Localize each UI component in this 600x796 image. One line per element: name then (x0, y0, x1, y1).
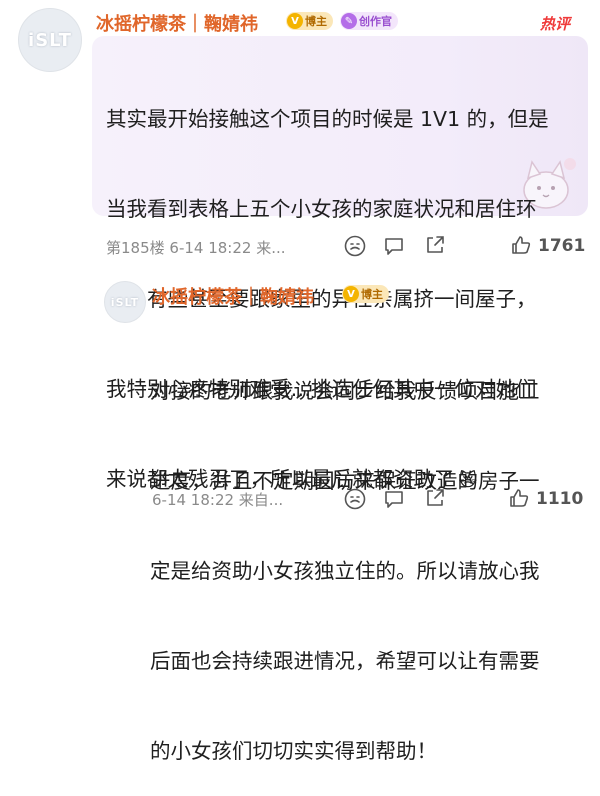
comment-icon[interactable] (383, 235, 405, 257)
username[interactable]: 冰摇柠檬茶｜鞠婧祎 (96, 10, 258, 36)
comment-icon[interactable] (383, 488, 405, 510)
comment-line: 其实最开始接触这个项目的时候是 1V1 的，但是 (106, 107, 549, 131)
avatar[interactable]: iSLT (104, 281, 146, 323)
creator-badge-icon: ✎ (341, 13, 357, 29)
comment-meta: 第185楼 6-14 18:22 来... (106, 239, 286, 257)
comment-meta: 6-14 18:22 来自... (152, 491, 284, 509)
comment-line: 的小女孩们切切实实得到帮助！ (150, 739, 437, 763)
like-count: 1110 (536, 489, 584, 509)
comment-body: 对接的老师跟我说会同步给我反馈项目施工 进度，并且不定期回访来保证改造的房子一 … (150, 316, 590, 796)
comment-line: 后面也会持续跟进情况，希望可以让有需要 (150, 649, 540, 673)
blogger-badge-icon: V (287, 13, 303, 29)
share-icon[interactable] (424, 234, 446, 256)
like-count: 1761 (538, 236, 586, 256)
emoji-icon[interactable] (344, 488, 366, 510)
like-icon[interactable] (508, 487, 530, 509)
blogger-badge: V 博主 (342, 285, 389, 303)
blogger-badge: V 博主 (286, 12, 333, 30)
avatar[interactable]: iSLT (18, 8, 82, 72)
emoji-icon[interactable] (344, 235, 366, 257)
username[interactable]: 冰摇柠檬茶｜鞠婧祎 (152, 283, 314, 309)
creator-badge: ✎ 创作官 (340, 12, 398, 30)
blogger-badge-icon: V (343, 286, 359, 302)
comment-line: 定是给资助小女孩独立住的。所以请放心我 (150, 559, 540, 583)
hot-badge: 热评 (540, 15, 571, 33)
share-icon[interactable] (424, 487, 446, 509)
like-icon[interactable] (510, 234, 532, 256)
comment-line: 当我看到表格上五个小女孩的家庭状况和居住环 (106, 197, 537, 221)
comment-line: 对接的老师跟我说会同步给我反馈项目施工 (150, 379, 540, 403)
